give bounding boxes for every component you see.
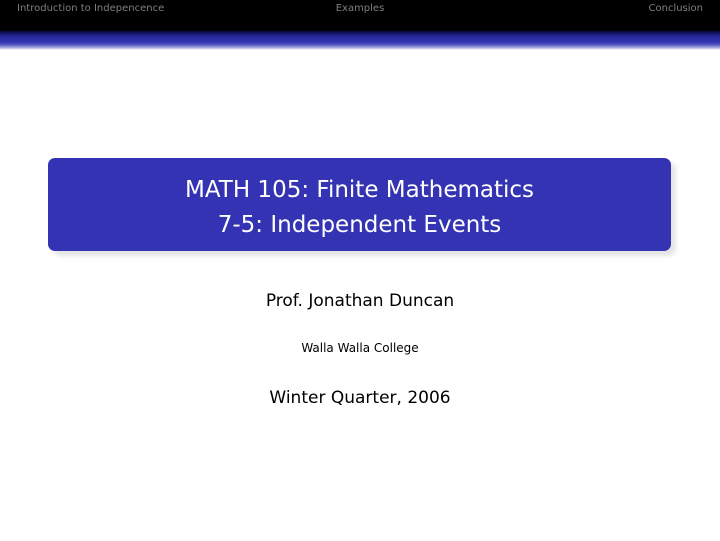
author-name: Prof. Jonathan Duncan xyxy=(265,291,455,311)
title-box: MATH 105: Finite Mathematics 7-5: Indepe… xyxy=(48,158,671,251)
presentation-date: Winter Quarter, 2006 xyxy=(269,388,451,408)
navigation-bar: Introduction to Indepencence Examples Co… xyxy=(0,0,720,18)
institute-name: Walla Walla College xyxy=(301,341,419,355)
nav-section-examples[interactable]: Examples xyxy=(0,3,720,15)
title-line-1: MATH 105: Finite Mathematics xyxy=(184,177,535,203)
title-line-2: 7-5: Independent Events xyxy=(217,212,502,238)
header-gradient-band xyxy=(0,18,720,50)
nav-section-conclusion[interactable]: Conclusion xyxy=(649,3,704,15)
